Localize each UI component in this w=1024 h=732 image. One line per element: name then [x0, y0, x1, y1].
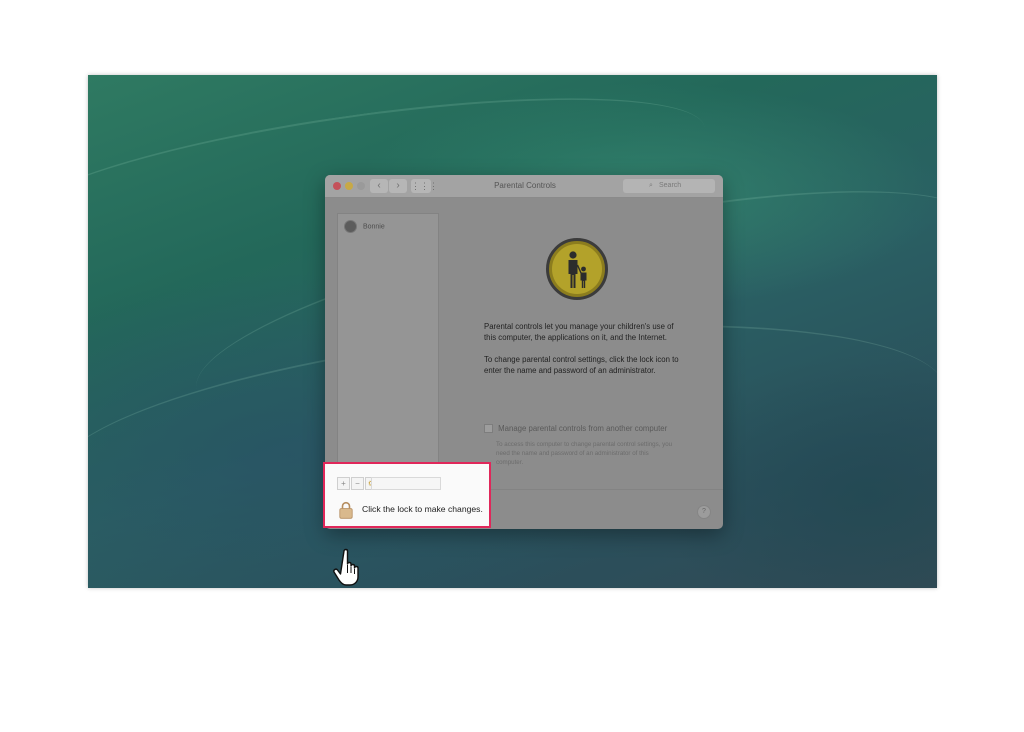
user-list: Bonnie — [337, 213, 439, 467]
user-avatar-icon — [344, 220, 357, 233]
zoom-window-button[interactable] — [357, 182, 365, 190]
desktop-wallpaper: ‹ › ⋮⋮⋮ Parental Controls ⌕ Search Bonni… — [88, 75, 937, 588]
remove-user-button[interactable]: − — [351, 477, 364, 490]
lock-panel-highlight: +−⚙ Click the lock to make changes. — [323, 462, 491, 528]
show-all-button[interactable]: ⋮⋮⋮ — [411, 179, 438, 193]
search-input[interactable]: ⌕ Search — [623, 179, 715, 193]
user-name: Bonnie — [362, 223, 385, 231]
lock-icon[interactable] — [339, 501, 353, 519]
hand-pointer-icon — [333, 548, 359, 586]
window-title: Parental Controls — [494, 181, 556, 190]
description-text: Parental controls let you manage your ch… — [484, 321, 680, 387]
help-button[interactable]: ? — [697, 505, 711, 519]
close-window-button[interactable] — [333, 182, 341, 190]
add-user-button[interactable]: + — [337, 477, 350, 490]
checkbox-box[interactable] — [484, 424, 493, 434]
description-paragraph-1: Parental controls let you manage your ch… — [484, 322, 674, 342]
lock-instruction: Click the lock to make changes. — [362, 504, 483, 514]
remote-management-subtext: To access this computer to change parent… — [496, 441, 673, 466]
search-icon: ⌕ — [649, 182, 653, 189]
action-bar — [371, 477, 441, 490]
back-button[interactable]: ‹ — [370, 179, 388, 193]
forward-button[interactable]: › — [389, 179, 407, 193]
minimize-window-button[interactable] — [345, 182, 353, 190]
user-list-item[interactable]: Bonnie — [344, 220, 385, 234]
description-paragraph-2: To change parental control settings, cli… — [484, 355, 679, 375]
remote-management-checkbox[interactable]: Manage parental controls from another co… — [484, 424, 668, 434]
search-placeholder: Search — [659, 182, 682, 189]
parent-child-icon — [546, 238, 608, 300]
title-bar: ‹ › ⋮⋮⋮ Parental Controls ⌕ Search — [325, 175, 723, 198]
remote-management-label: Manage parental controls from another co… — [498, 424, 668, 433]
parent-child-glyph — [552, 244, 602, 294]
